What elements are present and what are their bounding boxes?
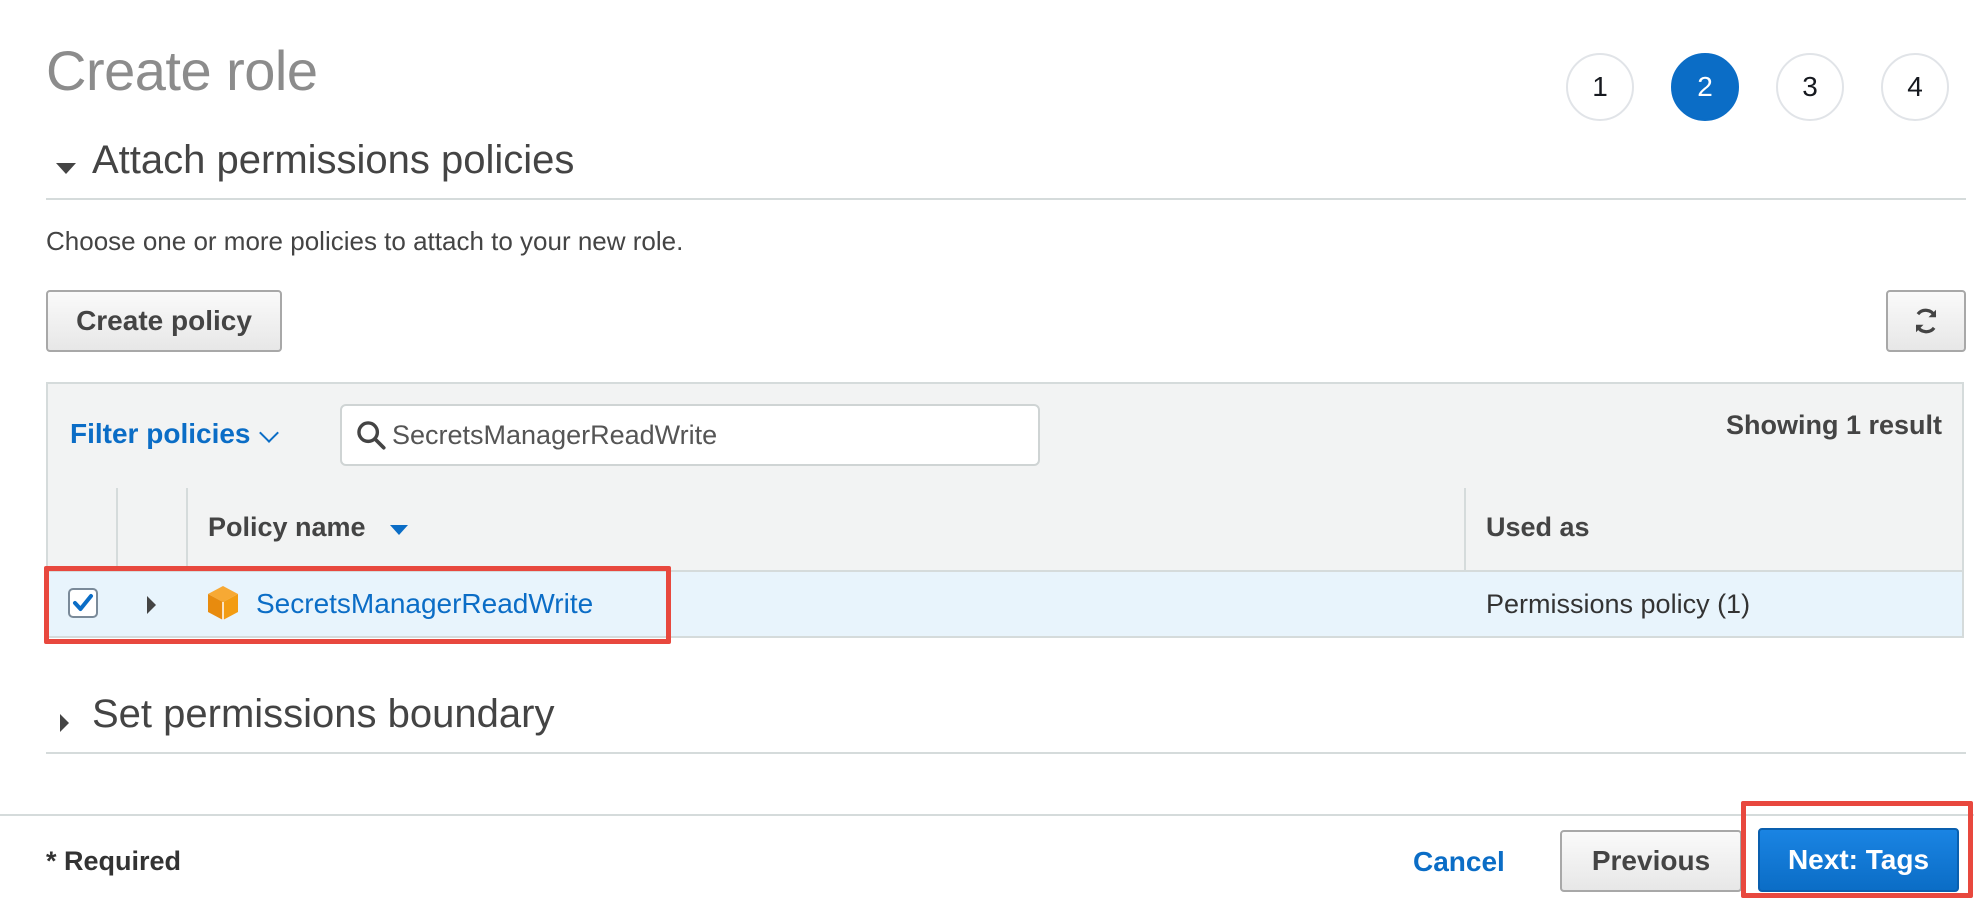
caret-down-icon bbox=[56, 163, 76, 174]
step-3[interactable]: 3 bbox=[1776, 53, 1844, 121]
required-note: * Required bbox=[46, 846, 182, 876]
column-divider bbox=[116, 488, 118, 570]
search-input-value: SecretsManagerReadWrite bbox=[392, 420, 718, 450]
next-tags-button[interactable]: Next: Tags bbox=[1758, 828, 1959, 892]
create-policy-button[interactable]: Create policy bbox=[46, 290, 282, 352]
sort-descending-icon[interactable] bbox=[390, 525, 408, 535]
attach-policies-section[interactable]: Attach permissions policies bbox=[46, 136, 1966, 200]
refresh-button[interactable] bbox=[1886, 290, 1966, 352]
attach-policies-description: Choose one or more policies to attach to… bbox=[46, 226, 684, 256]
step-2[interactable]: 2 bbox=[1671, 53, 1739, 121]
column-header-used-as: Used as bbox=[1486, 512, 1590, 542]
step-1[interactable]: 1 bbox=[1566, 53, 1634, 121]
previous-button[interactable]: Previous bbox=[1560, 830, 1742, 892]
selected-row-highlight bbox=[44, 566, 671, 644]
page-title: Create role bbox=[46, 39, 318, 102]
search-icon bbox=[357, 421, 386, 450]
search-input[interactable]: SecretsManagerReadWrite bbox=[340, 404, 1040, 466]
footer-divider bbox=[0, 814, 1974, 816]
caret-right-icon bbox=[60, 714, 69, 732]
step-4[interactable]: 4 bbox=[1881, 53, 1949, 121]
chevron-down-icon[interactable] bbox=[259, 423, 279, 443]
permissions-boundary-heading: Set permissions boundary bbox=[92, 692, 555, 736]
attach-policies-heading: Attach permissions policies bbox=[92, 138, 575, 182]
column-divider bbox=[186, 488, 188, 570]
column-divider bbox=[1464, 488, 1466, 570]
permissions-boundary-section[interactable]: Set permissions boundary bbox=[46, 690, 1966, 754]
filter-policies-dropdown[interactable]: Filter policies bbox=[70, 418, 251, 450]
result-count: Showing 1 result bbox=[1725, 410, 1942, 440]
used-as-value: Permissions policy (1) bbox=[1486, 589, 1751, 619]
table-header: Policy name Used as bbox=[48, 488, 1962, 572]
cancel-button[interactable]: Cancel bbox=[1413, 846, 1505, 878]
filter-bar: Filter policies SecretsManagerReadWrite … bbox=[48, 384, 1962, 490]
refresh-icon bbox=[1915, 308, 1937, 334]
column-header-policy-name[interactable]: Policy name bbox=[208, 512, 366, 543]
